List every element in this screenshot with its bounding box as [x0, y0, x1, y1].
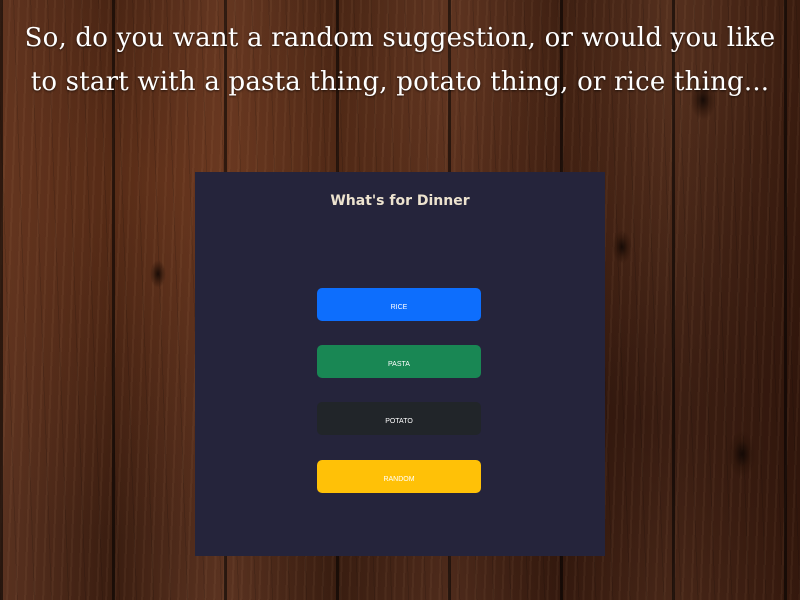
caption-line-1: So, do you want a random suggestion, or … [24, 23, 776, 53]
wood-knot [612, 230, 632, 264]
app-title: What's for Dinner [330, 193, 470, 209]
caption-line-2: to start with a pasta thing, potato thin… [30, 67, 770, 97]
caption: So, do you want a random suggestion, or … [0, 16, 800, 104]
random-button[interactable]: RANDOM [317, 460, 481, 493]
rice-button[interactable]: RICE [317, 288, 481, 321]
potato-button[interactable]: POTATO [317, 402, 481, 435]
wood-knot [728, 430, 756, 478]
wood-knot [150, 260, 166, 288]
app-window: What's for Dinner RICE PASTA POTATO RAND… [195, 172, 605, 556]
pasta-button[interactable]: PASTA [317, 345, 481, 378]
